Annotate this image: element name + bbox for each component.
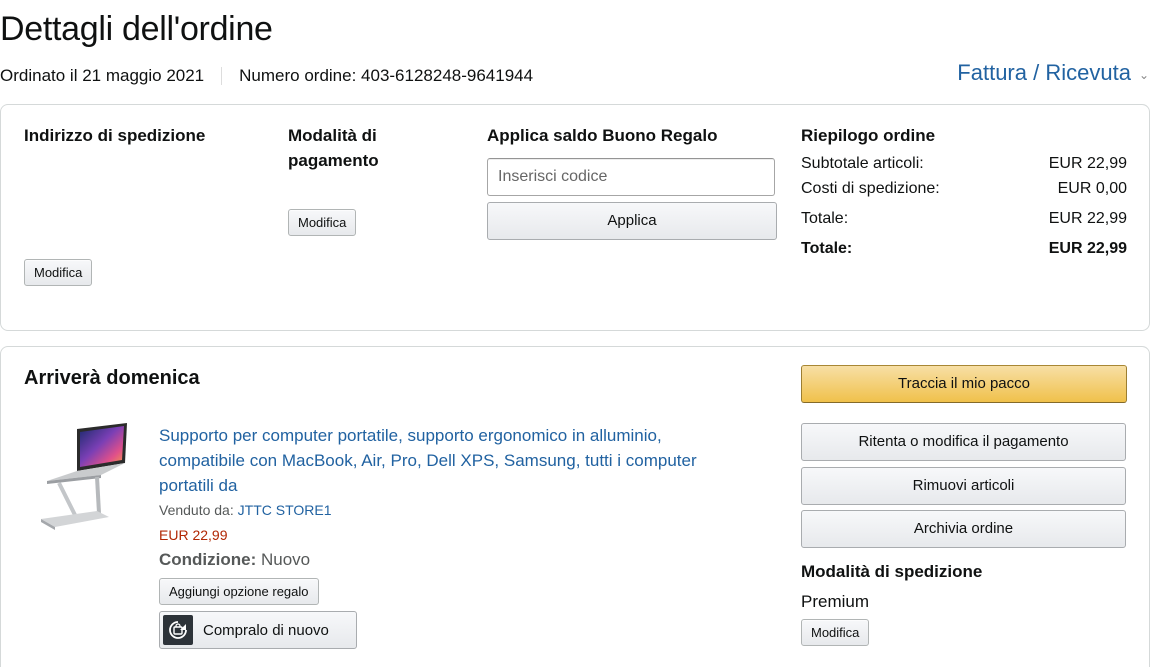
summary-value: EUR 22,99: [1048, 210, 1127, 227]
summary-label: Subtotale articoli:: [801, 155, 924, 172]
summary-value: EUR 0,00: [1057, 180, 1127, 197]
summary-row-shipping: Costi di spedizione: EUR 0,00: [801, 180, 1127, 198]
summary-row-total: Totale: EUR 22,99: [801, 210, 1127, 228]
buy-again-button[interactable]: Compralo di nuovo: [159, 611, 357, 649]
seller-link[interactable]: JTTC STORE1: [238, 502, 332, 518]
apply-gift-button[interactable]: Applica: [487, 202, 777, 240]
summary-value: EUR 22,99: [1048, 155, 1127, 172]
product-image[interactable]: [37, 421, 132, 539]
track-package-button[interactable]: Traccia il mio pacco: [801, 365, 1127, 403]
summary-heading: Riepilogo ordine: [801, 126, 936, 145]
page-title: Dettagli dell'ordine: [0, 10, 273, 48]
seller-info: Venduto da: JTTC STORE1: [159, 502, 332, 518]
order-date: Ordinato il 21 maggio 2021: [0, 66, 205, 85]
shipping-address-heading: Indirizzo di spedizione: [24, 126, 206, 145]
shipment-box: Arriverà domenica Supporto per computer …: [0, 346, 1150, 667]
shipping-method-value: Premium: [801, 592, 870, 611]
buy-again-label[interactable]: Compralo di nuovo: [203, 622, 329, 639]
edit-address-button[interactable]: Modifica: [24, 259, 93, 286]
sold-by-label: Venduto da:: [159, 502, 234, 518]
product-title-link[interactable]: Supporto per computer portatile, support…: [159, 423, 749, 498]
order-info-box: Indirizzo di spedizione Modifica Modalit…: [0, 104, 1150, 331]
add-gift-option-button[interactable]: Aggiungi opzione regalo: [159, 578, 319, 605]
payment-heading: Modalità di pagamento: [288, 123, 379, 173]
invoice-link[interactable]: Fattura / Ricevuta ⌄: [957, 60, 1149, 86]
remove-items-button[interactable]: Rimuovi articoli: [801, 467, 1126, 505]
summary-label: Costi di spedizione:: [801, 180, 940, 197]
gift-card-heading: Applica saldo Buono Regalo: [487, 126, 718, 145]
edit-payment-button[interactable]: Modifica: [288, 209, 357, 236]
retry-payment-button[interactable]: Ritenta o modifica il pagamento: [801, 423, 1126, 461]
shipping-method-heading: Modalità di spedizione: [801, 562, 983, 581]
item-condition: Condizione: Nuovo: [159, 550, 310, 570]
order-number: Numero ordine: 403-6128248-9641944: [239, 66, 534, 85]
summary-label: Totale:: [801, 210, 849, 227]
summary-row-subtotal: Subtotale articoli: EUR 22,99: [801, 155, 1127, 173]
condition-label: Condizione:: [159, 550, 257, 569]
payment-heading-line2: pagamento: [288, 151, 379, 170]
order-meta: Ordinato il 21 maggio 2021 Numero ordine…: [0, 66, 533, 86]
edit-shipping-method-button[interactable]: Modifica: [801, 619, 870, 646]
divider: [221, 67, 223, 85]
delivery-heading: Arriverà domenica: [24, 367, 200, 389]
summary-row-grand-total: Totale: EUR 22,99: [801, 240, 1127, 258]
item-price: EUR 22,99: [159, 527, 228, 543]
gift-code-input[interactable]: [487, 158, 775, 196]
condition-value: Nuovo: [261, 550, 311, 569]
chevron-down-icon[interactable]: ⌄: [1139, 68, 1149, 82]
summary-label: Totale:: [801, 240, 853, 257]
buy-again-icon: [163, 615, 193, 645]
summary-value: EUR 22,99: [1048, 240, 1127, 257]
invoice-link-label[interactable]: Fattura / Ricevuta: [957, 60, 1131, 86]
archive-order-button[interactable]: Archivia ordine: [801, 510, 1126, 548]
payment-heading-line1: Modalità di: [288, 126, 377, 145]
